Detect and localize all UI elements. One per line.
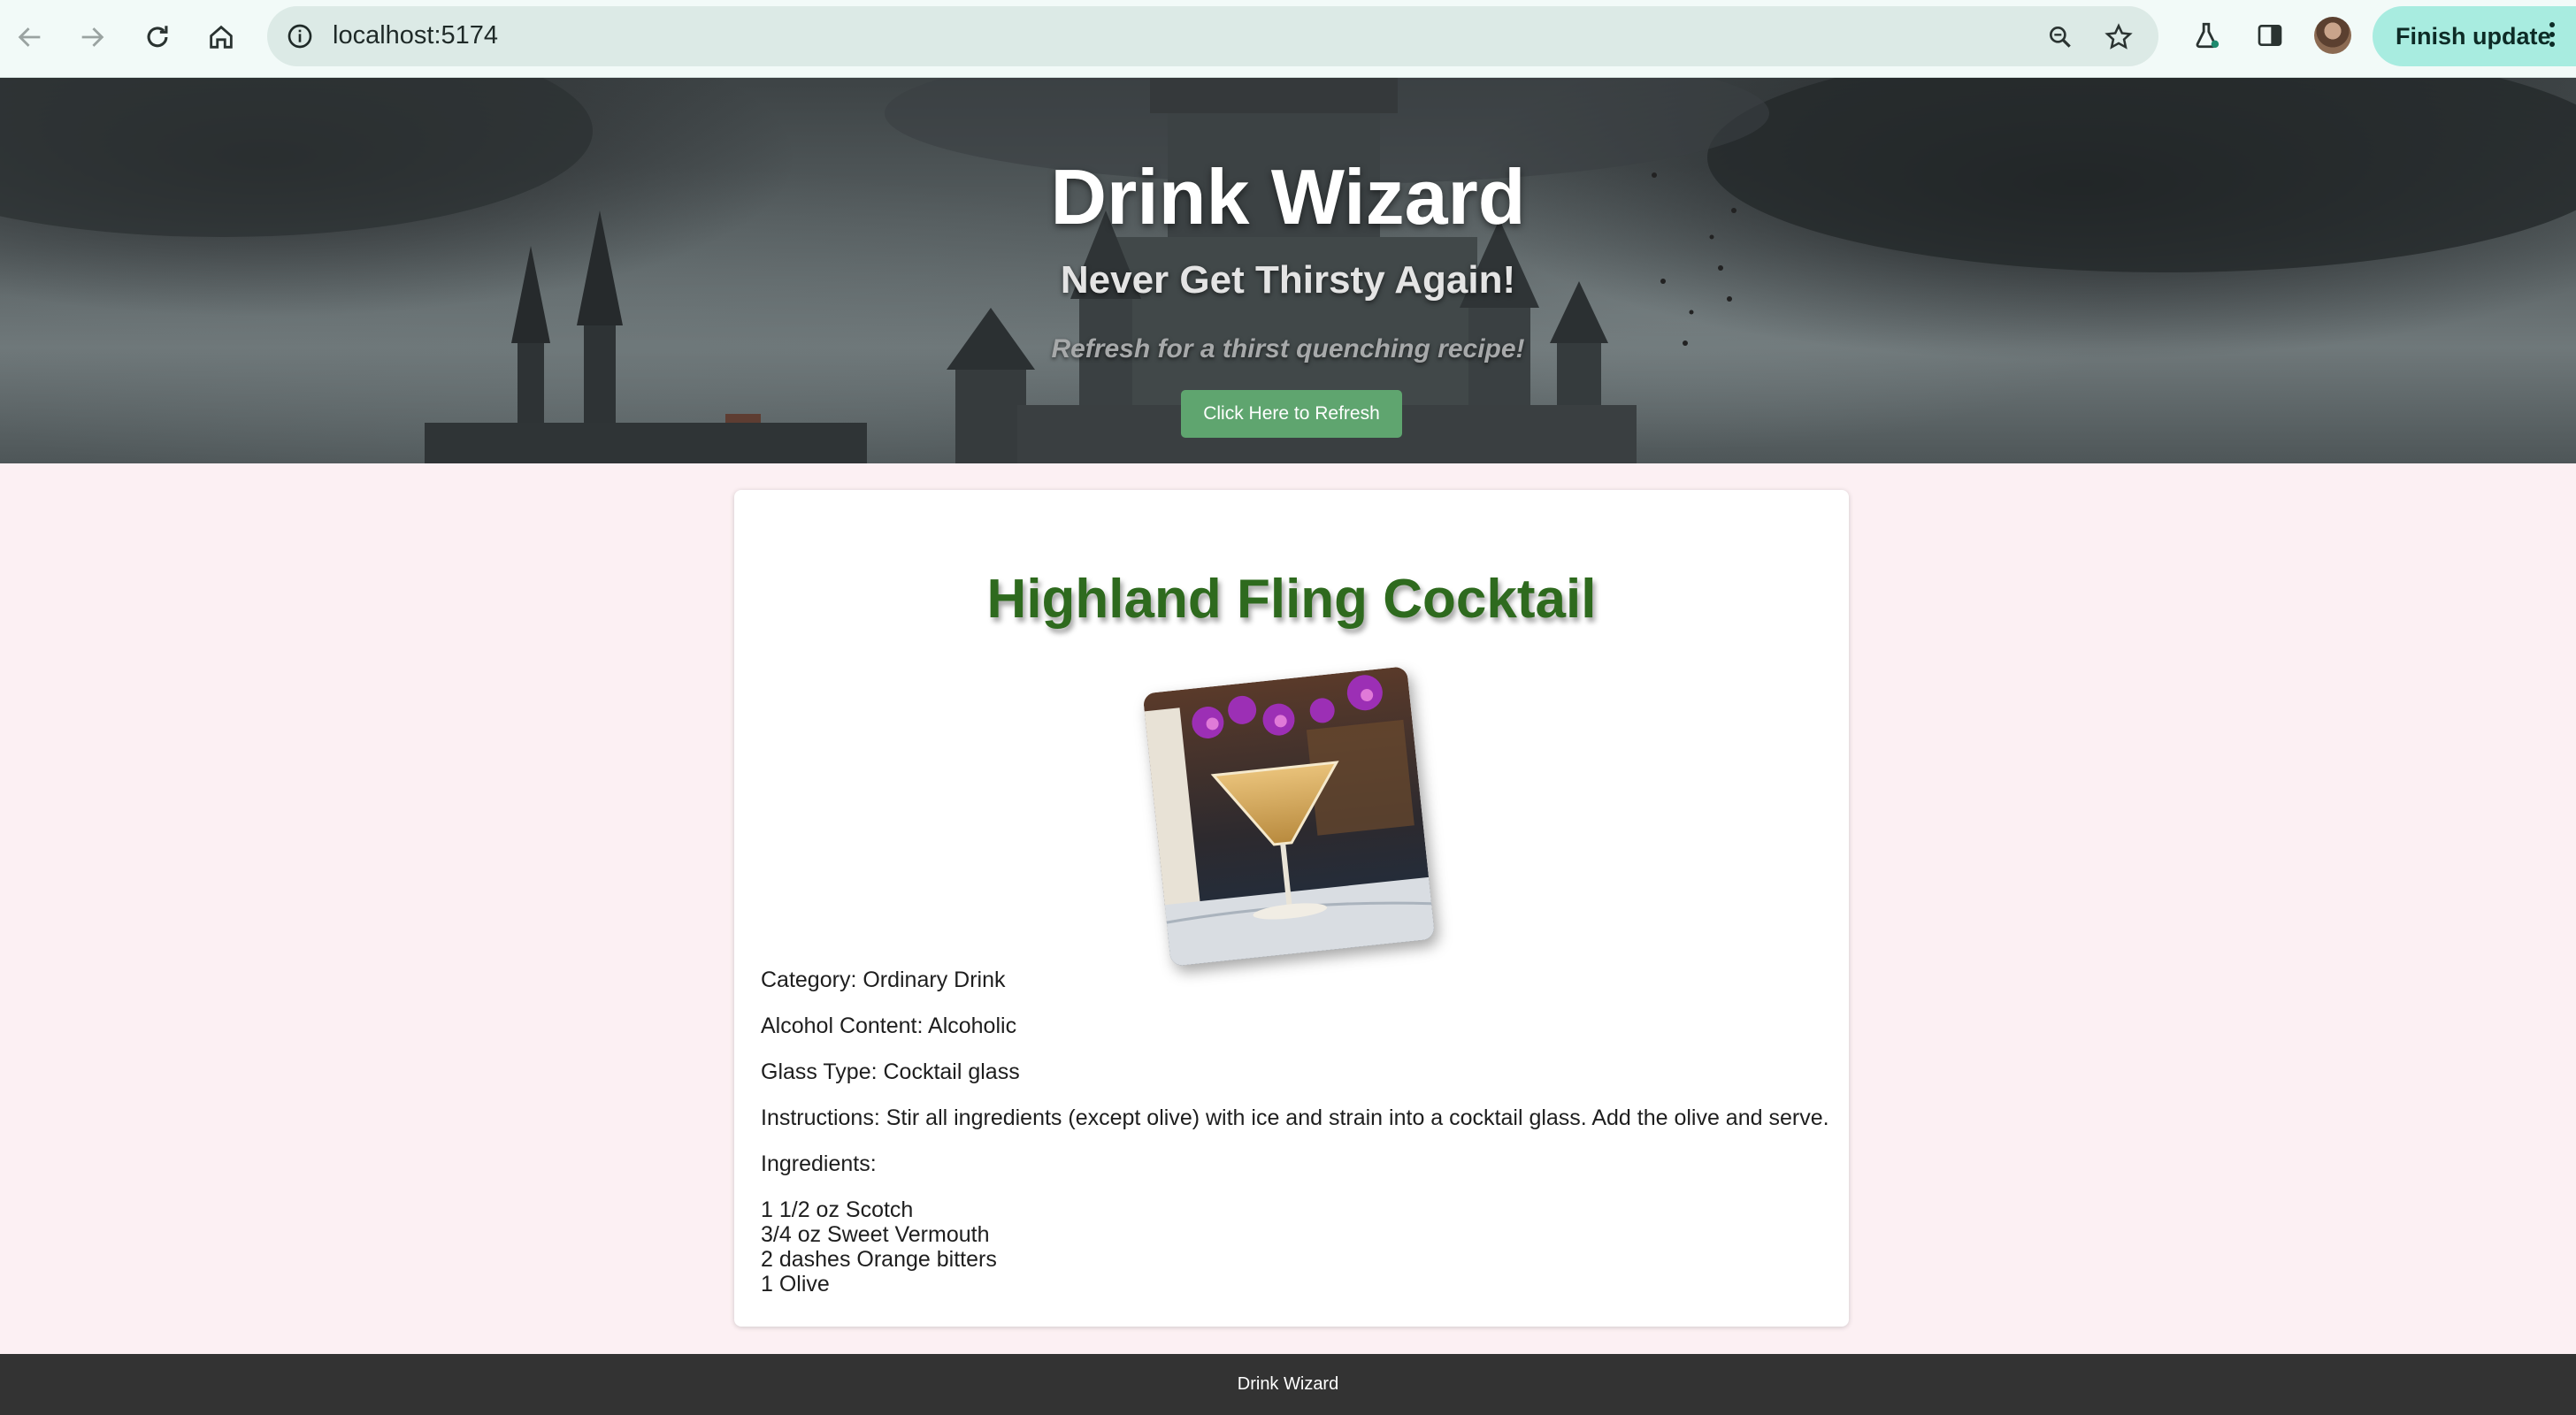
- list-item: 2 dashes Orange bitters: [761, 1247, 997, 1272]
- recipe-card: Highland Fling Cocktail Category: Ordina…: [734, 490, 1849, 1327]
- footer: Drink Wizard: [0, 1354, 2576, 1415]
- browser-toolbar: localhost:5174 Finish update: [0, 0, 2576, 78]
- side-panel-icon[interactable]: [2252, 18, 2288, 53]
- avatar[interactable]: [2314, 17, 2351, 54]
- url-text[interactable]: localhost:5174: [333, 21, 498, 50]
- refresh-button[interactable]: Click Here to Refresh: [1181, 390, 1402, 438]
- hero-banner: Drink Wizard Never Get Thirsty Again! Re…: [0, 78, 2576, 463]
- alcohol-text: Alcohol Content: Alcoholic: [761, 1013, 1017, 1038]
- address-bar[interactable]: localhost:5174: [267, 6, 2158, 66]
- drink-name: Highland Fling Cocktail: [986, 569, 1597, 630]
- glass-text: Glass Type: Cocktail glass: [761, 1059, 1020, 1084]
- kebab-menu-icon[interactable]: [2544, 18, 2560, 57]
- drink-photo: [1142, 666, 1436, 967]
- star-icon[interactable]: [2102, 20, 2135, 54]
- forward-arrow-icon[interactable]: [73, 18, 111, 57]
- instructions-text: Instructions: Stir all ingredients (exce…: [761, 1105, 1829, 1130]
- zoom-icon[interactable]: [2043, 20, 2077, 54]
- list-item: 3/4 oz Sweet Vermouth: [761, 1222, 990, 1247]
- info-icon[interactable]: [283, 19, 317, 53]
- category-text: Category: Ordinary Drink: [761, 968, 1006, 992]
- back-arrow-icon[interactable]: [11, 18, 50, 57]
- site-subtitle: Never Get Thirsty Again!: [1060, 258, 1516, 302]
- site-tagline: Refresh for a thirst quenching recipe!: [1051, 334, 1525, 363]
- ingredients-label: Ingredients:: [761, 1151, 877, 1176]
- list-item: 1 Olive: [761, 1272, 830, 1296]
- reload-icon[interactable]: [138, 18, 177, 57]
- labs-flask-icon[interactable]: [2189, 18, 2224, 53]
- site-title: Drink Wizard: [1050, 153, 1526, 241]
- ingredients-list: 1 1/2 oz Scotch 3/4 oz Sweet Vermouth 2 …: [761, 1197, 997, 1296]
- list-item: 1 1/2 oz Scotch: [761, 1197, 914, 1222]
- home-icon[interactable]: [202, 18, 241, 57]
